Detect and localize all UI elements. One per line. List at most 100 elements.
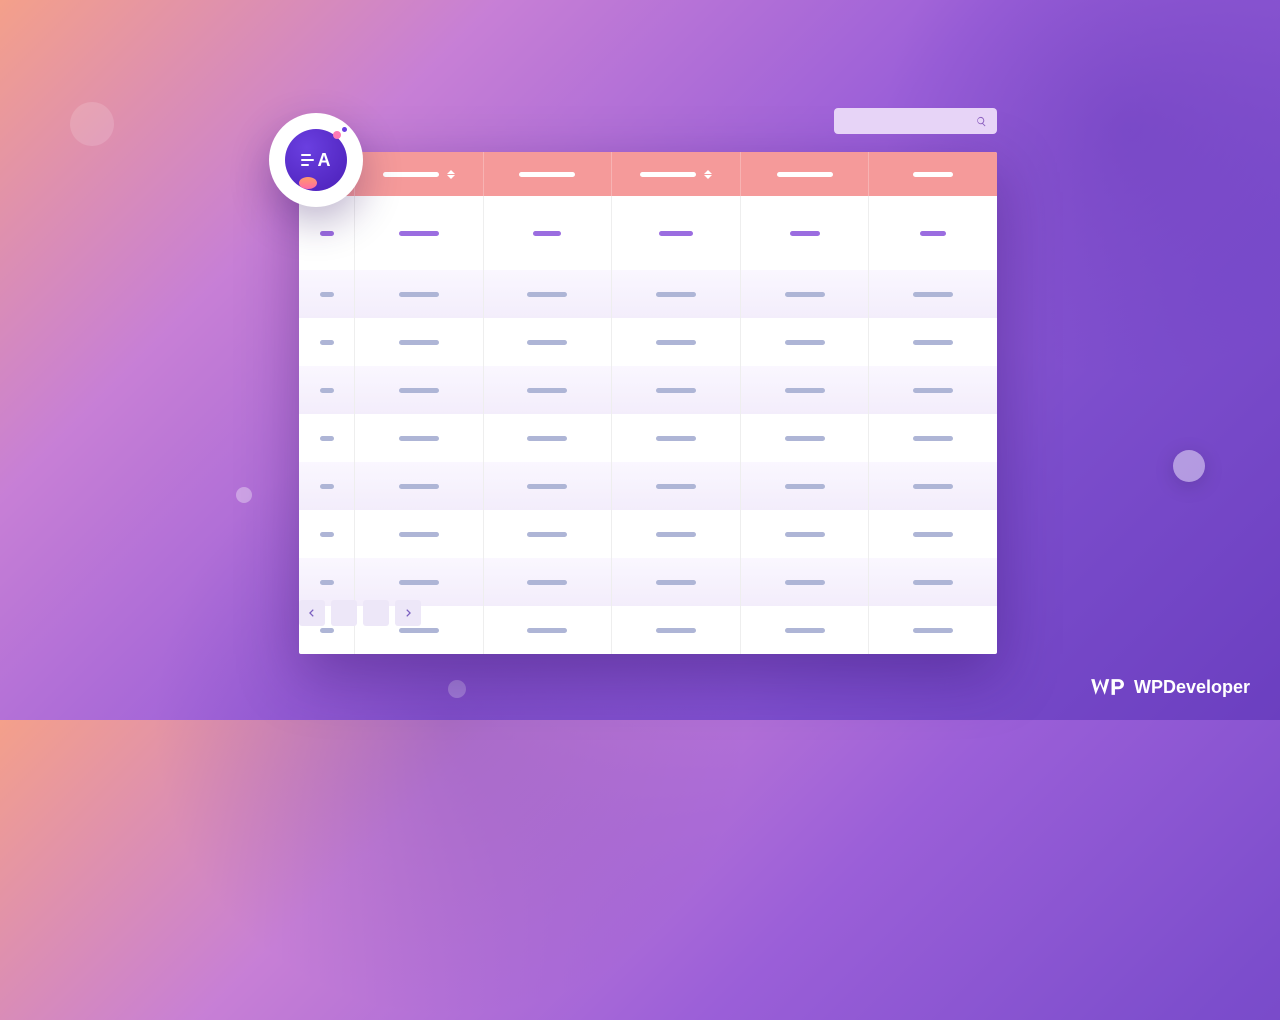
cell-value-placeholder	[399, 388, 439, 393]
sort-icon[interactable]	[704, 170, 712, 179]
table-cell	[741, 366, 870, 414]
table-row[interactable]	[299, 366, 997, 414]
cell-value-placeholder	[913, 580, 953, 585]
table-header-cell[interactable]	[355, 152, 484, 196]
ea-logo-icon: A	[285, 129, 347, 191]
table-cell	[741, 606, 870, 654]
table-header-cell	[741, 152, 870, 196]
table-cell	[612, 318, 741, 366]
cell-value-placeholder	[785, 436, 825, 441]
pagination-next-button[interactable]	[395, 600, 421, 626]
search-input[interactable]	[834, 108, 997, 134]
cell-value-placeholder	[320, 436, 334, 441]
table-cell	[869, 196, 997, 270]
cell-value-placeholder	[320, 231, 334, 236]
cell-value-placeholder	[527, 484, 567, 489]
pagination-page-button[interactable]	[331, 600, 357, 626]
table-cell	[355, 462, 484, 510]
table-cell	[484, 510, 613, 558]
table-header-cell	[869, 152, 997, 196]
column-label-placeholder	[777, 172, 833, 177]
cell-value-placeholder	[320, 532, 334, 537]
table-cell	[741, 196, 870, 270]
table-cell	[355, 366, 484, 414]
column-label-placeholder	[519, 172, 575, 177]
table-row[interactable]	[299, 462, 997, 510]
cell-value-placeholder	[656, 292, 696, 297]
cell-value-placeholder	[399, 532, 439, 537]
table-cell	[869, 558, 997, 606]
chevron-left-icon	[307, 608, 317, 618]
table-cell	[869, 414, 997, 462]
data-table	[299, 152, 997, 654]
cell-value-placeholder	[320, 580, 334, 585]
pagination-page-button[interactable]	[363, 600, 389, 626]
cell-value-placeholder	[320, 628, 334, 633]
cell-value-placeholder	[785, 292, 825, 297]
table-cell	[741, 414, 870, 462]
wpdeveloper-brand: WPDeveloper	[1090, 676, 1250, 698]
cell-value-placeholder	[656, 340, 696, 345]
cell-value-placeholder	[527, 340, 567, 345]
table-cell	[741, 318, 870, 366]
cell-value-placeholder	[785, 388, 825, 393]
table-cell	[741, 510, 870, 558]
table-cell	[869, 318, 997, 366]
table-cell	[484, 558, 613, 606]
cell-value-placeholder	[659, 231, 693, 236]
cell-value-placeholder	[656, 436, 696, 441]
table-row[interactable]	[299, 510, 997, 558]
table-row[interactable]	[299, 318, 997, 366]
table-cell	[299, 270, 355, 318]
search-icon	[976, 116, 987, 127]
table-row[interactable]	[299, 196, 997, 270]
table-search-row	[299, 108, 997, 134]
pagination-prev-button[interactable]	[299, 600, 325, 626]
table-cell	[355, 510, 484, 558]
cell-value-placeholder	[527, 628, 567, 633]
table-cell	[484, 414, 613, 462]
cell-value-placeholder	[399, 292, 439, 297]
cell-value-placeholder	[785, 580, 825, 585]
table-cell	[741, 270, 870, 318]
table-header-cell[interactable]	[612, 152, 741, 196]
cell-value-placeholder	[527, 532, 567, 537]
table-cell	[612, 270, 741, 318]
table-cell	[484, 270, 613, 318]
column-label-placeholder	[640, 172, 696, 177]
table-row[interactable]	[299, 558, 997, 606]
cell-value-placeholder	[913, 340, 953, 345]
table-row[interactable]	[299, 414, 997, 462]
table-cell	[612, 196, 741, 270]
cell-value-placeholder	[656, 388, 696, 393]
cell-value-placeholder	[785, 628, 825, 633]
table-cell	[869, 366, 997, 414]
table-cell	[299, 366, 355, 414]
table-cell	[355, 414, 484, 462]
cell-value-placeholder	[399, 436, 439, 441]
table-cell	[612, 414, 741, 462]
table-header-row	[299, 152, 997, 196]
column-label-placeholder	[913, 172, 953, 177]
data-table-widget	[299, 108, 997, 654]
table-cell	[869, 510, 997, 558]
table-cell	[299, 462, 355, 510]
table-cell	[299, 196, 355, 270]
table-cell	[612, 462, 741, 510]
cell-value-placeholder	[320, 484, 334, 489]
table-cell	[741, 462, 870, 510]
table-cell	[355, 270, 484, 318]
table-cell	[484, 318, 613, 366]
table-cell	[299, 318, 355, 366]
table-row[interactable]	[299, 270, 997, 318]
table-cell	[612, 558, 741, 606]
table-cell	[869, 462, 997, 510]
cell-value-placeholder	[656, 532, 696, 537]
table-cell	[355, 196, 484, 270]
cell-value-placeholder	[533, 231, 561, 236]
sort-icon[interactable]	[447, 170, 455, 179]
decor-dot	[236, 487, 252, 503]
brand-label: WPDeveloper	[1134, 677, 1250, 698]
table-cell	[484, 462, 613, 510]
table-cell	[484, 366, 613, 414]
